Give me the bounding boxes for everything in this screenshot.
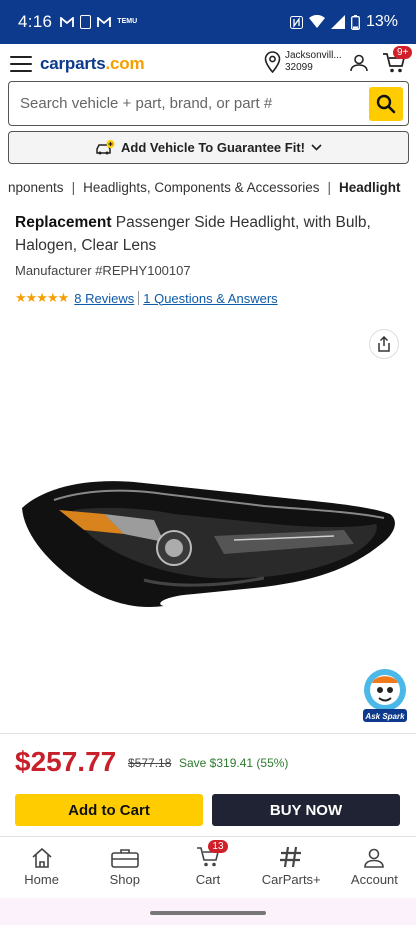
breadcrumb-item[interactable]: nponents [8,180,64,195]
signal-icon [330,15,345,29]
search-icon [376,94,396,113]
product-title: Replacement Passenger Side Headlight, wi… [15,211,405,257]
was-price: $577.18 [128,756,172,770]
car-plus-icon [96,139,115,154]
breadcrumb-separator: | [71,180,76,195]
account-icon [364,848,385,868]
wifi-icon [308,15,325,28]
current-price: $257.77 [15,746,117,777]
add-vehicle-button[interactable]: Add Vehicle To Guarantee Fit! [8,131,409,164]
phone-icon [80,15,92,29]
purchase-panel: $257.77 $577.18 Save $319.41 (55%) Add t… [0,733,416,836]
gmail-icon [97,16,112,27]
ask-spark-button[interactable]: Ask Spark [361,668,409,722]
savings-text: Save $319.41 (55%) [179,756,289,770]
location-zip: 32099 [285,62,313,73]
nav-cart-badge: 13 [208,840,228,853]
status-bar: 4:16 TEMU 13% [0,0,416,44]
reviews-link[interactable]: 8 Reviews [74,291,134,306]
battery-percent: 13% [365,13,398,30]
nfc-icon [289,15,303,29]
toolbox-icon [110,849,139,868]
nav-carparts-plus[interactable]: CarParts+ [250,837,333,898]
ask-spark-label: Ask Spark [364,712,405,721]
manufacturer-number: Manufacturer #REPHY100107 [15,263,191,278]
temu-icon: TEMU [117,18,138,25]
spark-mascot-icon: Ask Spark [363,669,407,722]
chevron-down-icon [311,144,322,151]
location-selector[interactable]: Jacksonvill... 32099 [264,50,342,74]
star-rating-icon: ★★★★★ [15,290,69,305]
account-icon[interactable] [350,54,368,72]
nav-account[interactable]: Account [333,837,416,898]
product-image[interactable] [14,470,400,615]
breadcrumb-item[interactable]: Headlights, Components & Accessories [83,180,319,195]
search-button[interactable] [369,86,403,121]
app-header: carparts.com Jacksonvill... 32099 9+ [0,44,416,84]
carparts-plus-icon [280,846,302,868]
search-input[interactable] [9,82,369,125]
breadcrumb-current: Headlight [338,180,401,195]
carparts-logo[interactable]: carparts.com [40,54,145,74]
product-title-bold: Replacement [15,214,112,231]
home-icon [32,848,52,868]
battery-icon [351,14,360,30]
add-to-cart-button[interactable]: Add to Cart [15,794,203,826]
nav-account-label: Account [350,872,398,887]
gesture-bar [0,898,416,925]
gmail-icon [60,16,75,27]
menu-icon[interactable] [10,56,32,72]
nav-cart[interactable]: 13 Cart [166,837,249,898]
location-city: Jacksonvill... [285,50,342,61]
qa-link[interactable]: 1 Questions & Answers [143,291,277,306]
logo-suffix: .com [105,54,145,73]
logo-main: carparts [40,54,106,73]
home-indicator[interactable] [150,911,266,915]
cart-badge: 9+ [393,46,413,59]
search-bar [8,81,409,126]
divider [138,291,140,305]
nav-carparts-plus-label: CarParts+ [261,872,321,887]
buy-now-button[interactable]: BUY NOW [212,794,400,826]
nav-cart-label: Cart [195,872,221,887]
nav-shop[interactable]: Shop [83,837,166,898]
ratings-row: ★★★★★ 8 Reviews 1 Questions & Answers [15,290,278,306]
share-icon [378,336,390,352]
status-time: 4:16 [18,12,53,31]
nav-shop-label: Shop [109,872,140,887]
breadcrumb-separator: | [327,180,331,195]
nav-home[interactable]: Home [0,837,83,898]
bottom-nav: Home Shop 13 Cart CarParts+ Account [0,836,416,898]
add-vehicle-label: Add Vehicle To Guarantee Fit! [121,140,305,155]
share-button[interactable] [369,329,399,359]
nav-home-label: Home [24,872,59,887]
breadcrumb: nponents | Headlights, Components & Access… [0,180,416,200]
location-pin-icon [264,51,281,73]
